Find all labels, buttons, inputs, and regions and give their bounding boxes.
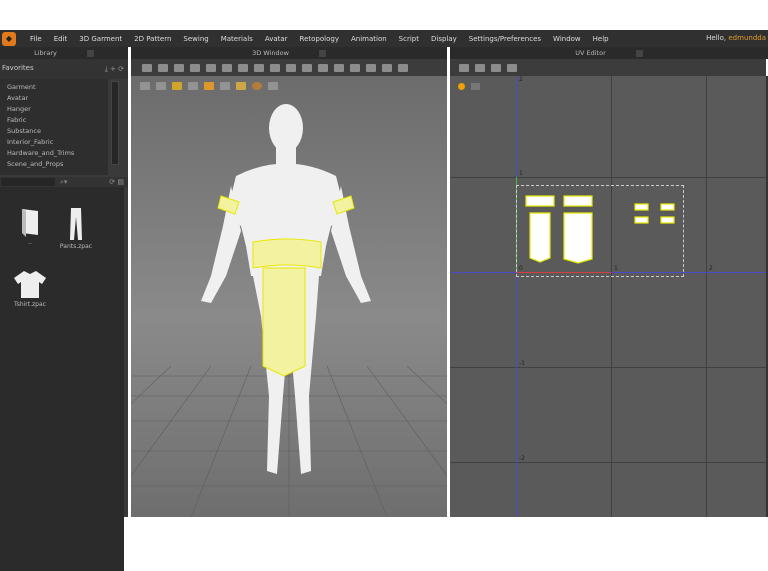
menu-script[interactable]: Script [393,35,425,43]
export-icon[interactable] [471,83,480,90]
favorite-hardware-trims[interactable]: Hardware_and_Trims [7,148,108,159]
trim-icon[interactable] [350,64,360,72]
3d-window-header: 3D Window [131,47,447,59]
file-item-parent[interactable]: .. [12,207,48,246]
user-greeting[interactable]: Hello, edmundda [706,34,766,42]
greeting-text: Hello, [706,34,727,42]
uv-editor-title: UV Editor [575,49,606,57]
favorite-hanger[interactable]: Hanger [7,104,108,115]
favorites-list: Garment Avatar Hanger Fabric Substance I… [0,79,108,175]
floor-grid [131,365,447,517]
menu-avatar[interactable]: Avatar [259,35,294,43]
sew-icon[interactable] [302,64,312,72]
line-icon[interactable] [206,64,216,72]
library-panel: Favorites ⤓ + ⟳ Garment Avatar Hanger Fa… [0,59,128,571]
file-item-pants[interactable]: Pants.zpac [58,207,94,250]
3d-viewport[interactable] [131,76,447,517]
library-panel-header: Library [0,47,128,59]
menu-materials[interactable]: Materials [215,35,259,43]
uv-editor-header: UV Editor [450,47,768,59]
close-icon[interactable] [86,49,94,57]
file-toolbar: ⌕▾ ⟳ ▤ [0,177,128,187]
select-icon[interactable] [142,64,152,72]
uv-island-waistband-front[interactable] [525,195,555,207]
tshirt-icon [14,271,46,298]
uv-layout-icon[interactable] [491,64,501,72]
favorite-substance[interactable]: Substance [7,126,108,137]
uv-islands [525,195,675,264]
menu-sewing[interactable]: Sewing [177,35,214,43]
close-icon[interactable] [635,49,643,57]
uv-pack-icon[interactable] [507,64,517,72]
3d-window-title: 3D Window [252,49,289,57]
measure-icon[interactable] [270,64,280,72]
more-icon[interactable] [398,64,408,72]
uv-select-icon[interactable] [459,64,469,72]
menu-window[interactable]: Window [547,35,587,43]
favorite-scene-props[interactable]: Scene_and_Props [7,159,108,170]
library-search-input[interactable] [1,178,55,186]
move-icon[interactable] [158,64,168,72]
folder-icon [22,209,38,237]
menu-edit[interactable]: Edit [48,35,74,43]
favorite-fabric[interactable]: Fabric [7,115,108,126]
uv-island-armband[interactable] [660,216,675,224]
3d-window-toolbar [131,59,447,76]
uv-island-panel-front[interactable] [529,212,551,263]
menu-2d-pattern[interactable]: 2D Pattern [128,35,177,43]
favorites-label: Favorites [2,64,34,72]
uv-island-waistband-back[interactable] [563,195,593,207]
pants-icon [70,208,82,240]
refresh-icon[interactable]: ⟳ ▤ [109,178,124,186]
favorite-garment[interactable]: Garment [7,82,108,93]
close-icon[interactable] [318,49,326,57]
fit-icon[interactable] [222,64,232,72]
file-browser: .. Pants.zpac Tshirt.zpac [0,187,124,571]
3d-scene [131,104,447,517]
favorites-header: Favorites ⤓ + ⟳ [0,59,128,79]
search-icon[interactable]: ⌕▾ [60,178,67,187]
file-item-tshirt[interactable]: Tshirt.zpac [12,269,48,308]
menu-help[interactable]: Help [587,35,615,43]
library-title: Library [34,49,57,57]
favorites-actions-icon[interactable]: ⤓ + ⟳ [105,65,124,74]
menu-3d-garment[interactable]: 3D Garment [73,35,128,43]
uv-island-armband[interactable] [660,203,675,211]
uv-editor-toolbar [450,59,766,76]
texture-icon[interactable] [286,64,296,72]
menu-animation[interactable]: Animation [345,35,393,43]
tack-icon[interactable] [174,64,184,72]
point-icon[interactable] [334,64,344,72]
favorites-scrollbar[interactable] [111,81,119,165]
uv-island-armband[interactable] [634,203,649,211]
uv-island-armband[interactable] [634,216,649,224]
clo-logo-icon[interactable]: ◆ [2,31,16,46]
file-name: Pants.zpac [59,243,93,250]
file-name: .. [28,239,32,246]
menu-bar: ◆ File Edit 3D Garment 2D Pattern Sewing… [0,30,768,47]
menu-file[interactable]: File [24,35,48,43]
uv-island-panel-back[interactable] [563,212,593,264]
pattern-icon[interactable] [318,64,328,72]
favorite-avatar[interactable]: Avatar [7,93,108,104]
menu-display[interactable]: Display [425,35,463,43]
zip-icon[interactable] [382,64,392,72]
uv-canvas[interactable]: 2 1 0 -1 -2 1 2 [450,76,766,517]
sun-icon[interactable] [458,83,465,90]
avatar-tool-icon[interactable] [254,64,264,72]
menu-retopology[interactable]: Retopology [294,35,345,43]
favorite-interior-fabric[interactable]: Interior_Fabric [7,137,108,148]
file-name: Tshirt.zpac [14,301,46,308]
fold-icon[interactable] [190,64,200,72]
button-tool-icon[interactable] [366,64,376,72]
username[interactable]: edmundda [728,34,766,42]
uv-transform-icon[interactable] [475,64,485,72]
menu-settings[interactable]: Settings/Preferences [463,35,547,43]
pin-icon[interactable] [238,64,248,72]
